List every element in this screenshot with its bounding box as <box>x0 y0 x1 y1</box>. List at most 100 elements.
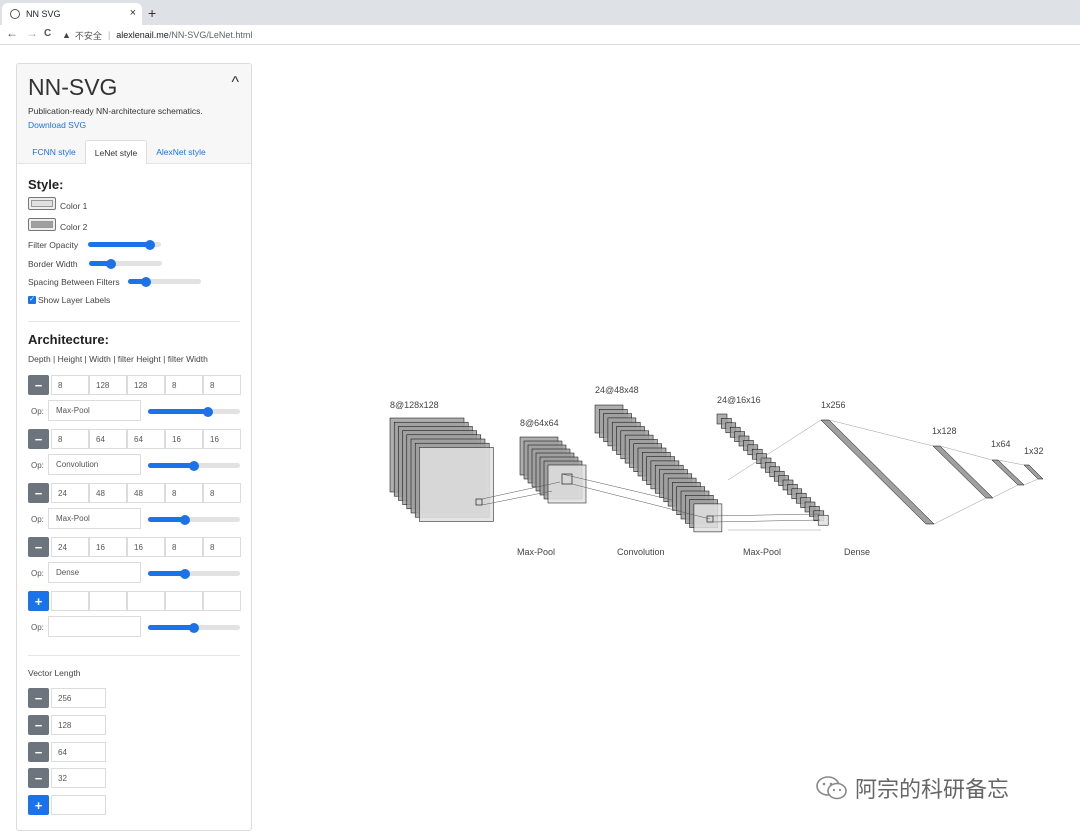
op-field[interactable]: Max-Pool <box>48 508 141 529</box>
show-labels-checkbox[interactable]: ✓ <box>28 296 36 304</box>
style-heading: Style: <box>28 177 64 192</box>
layer-label: 1x128 <box>932 426 957 436</box>
new-layer-field[interactable] <box>127 591 165 611</box>
op-field[interactable]: Max-Pool <box>48 400 141 421</box>
spacing-label: Spacing Between Filters <box>28 277 120 287</box>
layer-value-field[interactable]: 8 <box>51 429 89 449</box>
slider-knob[interactable] <box>179 514 190 525</box>
watermark: 阿宗的科研备忘 <box>815 772 1009 804</box>
slider-knob[interactable] <box>179 568 190 579</box>
connector-line <box>709 513 821 517</box>
vector-length-field[interactable]: 256 <box>51 688 106 708</box>
reload-icon[interactable]: C <box>44 28 51 39</box>
dense-vector-64 <box>991 459 1025 486</box>
layer-value-field[interactable]: 24 <box>51 483 89 503</box>
op-slider[interactable] <box>148 406 240 417</box>
tab-fcnn[interactable]: FCNN style <box>25 140 83 164</box>
dense-connector <box>1023 478 1039 486</box>
dense-vector-256 <box>820 419 935 525</box>
new-layer-field[interactable] <box>51 591 89 611</box>
insecure-label: 不安全 <box>74 30 102 41</box>
layer-value-field[interactable]: 8 <box>203 483 241 503</box>
add-vector-button[interactable]: + <box>28 795 49 815</box>
download-svg-link[interactable]: Download SVG <box>28 120 86 130</box>
layer-value-field[interactable]: 64 <box>89 429 127 449</box>
op-label: Max-Pool <box>743 547 781 557</box>
slider-knob[interactable] <box>105 258 116 269</box>
new-layer-field[interactable] <box>203 591 241 611</box>
layer-value-field[interactable]: 16 <box>203 429 241 449</box>
slider-knob[interactable] <box>189 622 199 633</box>
layer-value-field[interactable]: 48 <box>89 483 127 503</box>
color2-label: Color 2 <box>60 222 88 232</box>
vector-length-field[interactable]: 128 <box>51 715 106 735</box>
remove-layer-button[interactable]: − <box>28 483 49 503</box>
new-layer-field[interactable] <box>89 591 127 611</box>
dense-vector-32 <box>1023 464 1044 480</box>
op-label: Op: <box>31 623 44 632</box>
layer-value-field[interactable]: 16 <box>165 429 203 449</box>
layer-value-field[interactable]: 8 <box>165 537 203 557</box>
remove-vector-button[interactable]: − <box>28 768 49 788</box>
browser-tab-bar: NN SVG × + <box>0 0 1080 25</box>
remove-vector-button[interactable]: − <box>28 715 49 735</box>
op-field[interactable] <box>48 616 141 637</box>
new-tab-button[interactable]: + <box>148 5 156 21</box>
op-slider[interactable] <box>148 622 240 633</box>
add-layer-button[interactable]: + <box>28 591 49 611</box>
layer-value-field[interactable]: 24 <box>51 537 89 557</box>
slider-knob[interactable] <box>141 276 152 287</box>
url-field[interactable]: ▲ 不安全 | alexlenail.me /NN-SVG/LeNet.html <box>62 27 252 43</box>
op-slider[interactable] <box>148 568 240 579</box>
op-label: Op: <box>31 461 44 470</box>
panel-header: NN-SVG ^ Publication-ready NN-architectu… <box>17 64 251 164</box>
remove-layer-button[interactable]: − <box>28 375 49 395</box>
layer-value-field[interactable]: 8 <box>165 375 203 395</box>
vector-length-field[interactable]: 32 <box>51 768 106 788</box>
collapse-icon[interactable]: ^ <box>231 74 239 92</box>
op-slider[interactable] <box>148 460 240 471</box>
vector-length-field[interactable]: 64 <box>51 742 106 762</box>
layer-value-field[interactable]: 8 <box>165 483 203 503</box>
layer-value-field[interactable]: 64 <box>127 429 165 449</box>
op-slider[interactable] <box>148 514 240 525</box>
forward-icon[interactable]: → <box>26 26 38 40</box>
tab-lenet[interactable]: LeNet style <box>85 140 147 164</box>
feature-map-layer-3 <box>693 503 723 533</box>
layer-label: 1x256 <box>821 400 846 410</box>
layer-value-field[interactable]: 8 <box>203 537 241 557</box>
address-bar: ← → C ▲ 不安全 | alexlenail.me /NN-SVG/LeNe… <box>0 25 1080 45</box>
show-labels-label: Show Layer Labels <box>38 295 111 305</box>
spacing-slider[interactable] <box>128 276 201 287</box>
remove-layer-button[interactable]: − <box>28 429 49 449</box>
layer-value-field[interactable]: 128 <box>89 375 127 395</box>
slider-knob[interactable] <box>145 239 156 250</box>
globe-icon <box>10 9 20 19</box>
close-tab-icon[interactable]: × <box>130 7 136 19</box>
browser-tab[interactable]: NN SVG × <box>2 3 142 25</box>
new-vector-field[interactable] <box>51 795 106 815</box>
layer-value-field[interactable]: 8 <box>51 375 89 395</box>
architecture-columns-label: Depth | Height | Width | filter Height |… <box>28 354 208 364</box>
layer-value-field[interactable]: 48 <box>127 483 165 503</box>
remove-layer-button[interactable]: − <box>28 537 49 557</box>
remove-vector-button[interactable]: − <box>28 688 49 708</box>
layer-value-field[interactable]: 8 <box>203 375 241 395</box>
layer-value-field[interactable]: 16 <box>127 537 165 557</box>
new-layer-field[interactable] <box>165 591 203 611</box>
remove-vector-button[interactable]: − <box>28 742 49 762</box>
color2-picker[interactable] <box>28 218 56 231</box>
layer-value-field[interactable]: 16 <box>89 537 127 557</box>
border-width-slider[interactable] <box>89 258 162 269</box>
op-label: Dense <box>844 547 870 557</box>
tab-alexnet[interactable]: AlexNet style <box>149 140 213 164</box>
op-field[interactable]: Dense <box>48 562 141 583</box>
op-field[interactable]: Convolution <box>48 454 141 475</box>
back-icon[interactable]: ← <box>6 26 18 40</box>
slider-knob[interactable] <box>202 406 213 417</box>
layer-value-field[interactable]: 128 <box>127 375 165 395</box>
slider-knob[interactable] <box>189 460 199 471</box>
op-label: Max-Pool <box>517 547 555 557</box>
filter-opacity-slider[interactable] <box>88 239 161 250</box>
color1-picker[interactable] <box>28 197 56 210</box>
